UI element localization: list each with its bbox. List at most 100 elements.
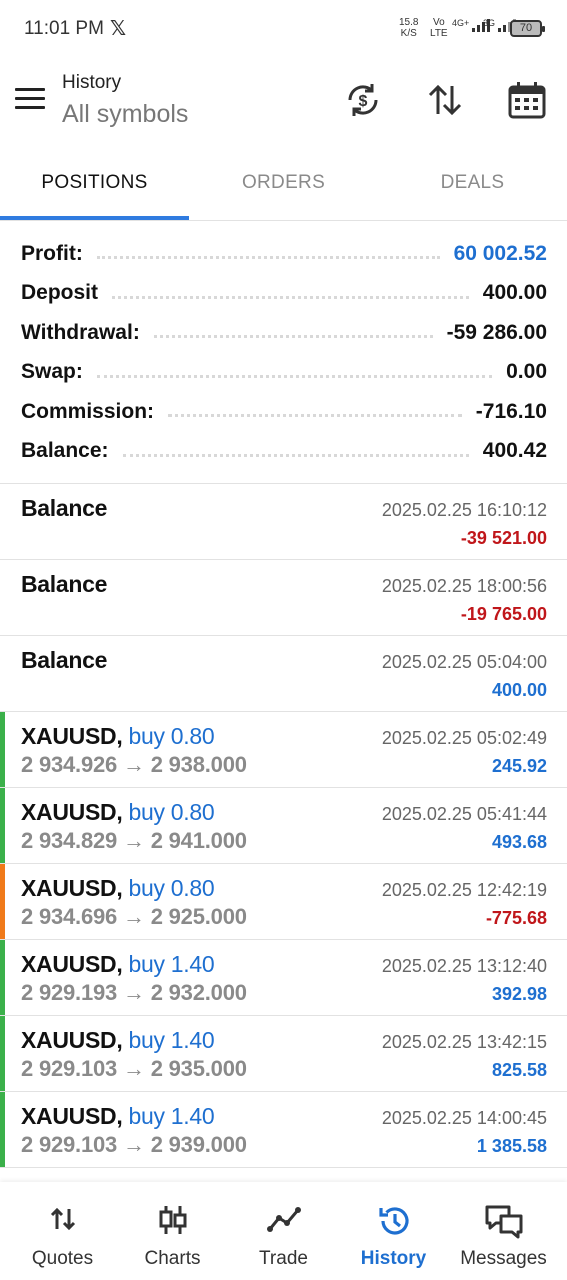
charts-icon [159,1206,186,1234]
row-prices: 2 934.829 → 2 941.000 [21,828,247,853]
nav-charts[interactable]: Charts [116,1182,229,1280]
svg-text:$: $ [359,93,368,110]
row-name: XAUUSD, buy 1.40 [21,1027,215,1054]
row-prices: 2 934.926 → 2 938.000 [21,752,247,777]
row-accent [0,864,5,939]
row-time: 2025.02.25 13:42:15 [381,1032,547,1052]
dotted-leader [96,256,440,260]
status-bar: 11:01 PM 𝕏 15.8 K/S Vo LTE 4G+ 3G 70 [0,0,567,58]
bottom-navigation: Quotes Charts Trade History Messages [0,1182,567,1280]
tab-divider [0,220,567,221]
row-time: 2025.02.25 05:04:00 [381,652,547,672]
row-accent [0,712,5,787]
list-item[interactable]: XAUUSD, buy 0.80 2 934.926 → 2 938.000 2… [0,712,567,788]
row-symbol: XAUUSD, [21,723,123,749]
row-time: 2025.02.25 16:10:12 [381,500,547,520]
calendar-icon[interactable] [507,80,547,120]
row-accent [0,484,5,559]
nav-quotes[interactable]: Quotes [6,1182,119,1280]
row-profit: -39 521.00 [460,528,547,548]
sync-currency-icon[interactable]: $ [343,80,383,120]
row-profit: -19 765.00 [460,604,547,624]
nav-label: Charts [144,1248,201,1269]
summary-value: 400.00 [482,281,547,305]
nav-label: History [360,1248,427,1269]
summary-label: Profit: [21,241,83,265]
row-time: 2025.02.25 05:41:44 [381,804,547,824]
list-item[interactable]: XAUUSD, buy 1.40 2 929.103 → 2 939.000 2… [0,1092,567,1168]
row-accent [0,560,5,635]
summary-swap: Swap: 0.00 [0,353,567,393]
row-profit: 493.68 [491,832,547,852]
row-profit: 392.98 [491,984,547,1004]
list-item[interactable]: XAUUSD, buy 0.80 2 934.829 → 2 941.000 2… [0,788,567,864]
quotes-icon [50,1207,75,1231]
sort-icon[interactable] [425,80,465,120]
summary-commission: Commission: -716.10 [0,392,567,432]
nav-label: Quotes [31,1248,94,1269]
summary-deposit: Deposit 400.00 [0,274,567,314]
status-time: 11:01 PM [24,18,104,39]
row-side: buy 1.40 [128,1027,215,1053]
row-prices: 2 929.103 → 2 939.000 [21,1132,247,1157]
list-item[interactable]: XAUUSD, buy 0.80 2 934.696 → 2 925.000 2… [0,864,567,940]
list-item[interactable]: Balance 2025.02.25 16:10:12 -39 521.00 [0,484,567,560]
row-time: 2025.02.25 13:12:40 [381,956,547,976]
dotted-leader [112,295,469,299]
dotted-leader [153,335,433,339]
row-time: 2025.02.25 12:42:19 [381,880,547,900]
row-profit: 1 385.58 [476,1136,547,1156]
nav-label: Messages [460,1248,547,1269]
row-symbol: XAUUSD, [21,875,123,901]
list-item[interactable]: Balance 2025.02.25 05:04:00 400.00 [0,636,567,712]
row-accent [0,1016,5,1091]
summary-value: 60 002.52 [453,241,547,265]
network-speed-unit: K/S [400,28,417,39]
app-bar: History All symbols $ [0,58,567,148]
x-app-icon: 𝕏 [110,18,127,40]
tab-orders[interactable]: ORDERS [189,148,378,220]
nav-messages[interactable]: Messages [447,1182,560,1280]
row-name: Balance [21,571,108,597]
row-time: 2025.02.25 18:00:56 [381,576,547,596]
row-accent [0,636,5,711]
list-item[interactable]: XAUUSD, buy 1.40 2 929.193 → 2 932.000 2… [0,940,567,1016]
nav-label: Trade [259,1248,308,1269]
row-profit: 825.58 [491,1060,547,1080]
summary-value: 400.42 [482,439,547,463]
volte-top: Vo [432,17,445,28]
list-item[interactable]: Balance 2025.02.25 18:00:56 -19 765.00 [0,560,567,636]
volte-bottom: LTE [430,28,448,39]
nav-history[interactable]: History [337,1182,450,1280]
tab-deals[interactable]: DEALS [378,148,567,220]
row-symbol: XAUUSD, [21,1103,123,1129]
positions-list: Balance 2025.02.25 16:10:12 -39 521.00 B… [0,484,567,1168]
tab-positions[interactable]: POSITIONS [0,148,189,220]
row-side: buy 1.40 [128,1103,215,1129]
row-time: 2025.02.25 05:02:49 [381,728,547,748]
history-tabs: POSITIONS ORDERS DEALS [0,148,567,220]
symbol-filter[interactable]: All symbols [62,100,188,129]
row-symbol: XAUUSD, [21,951,123,977]
summary-panel: Profit: 60 002.52 Deposit 400.00 Withdra… [0,234,567,471]
row-symbol: XAUUSD, [21,799,123,825]
row-accent [0,788,5,863]
row-name: XAUUSD, buy 1.40 [21,951,215,978]
row-profit: 400.00 [491,680,547,700]
messages-icon [485,1205,522,1239]
net-type-2: 3G [483,18,496,28]
list-item[interactable]: XAUUSD, buy 1.40 2 929.103 → 2 935.000 2… [0,1016,567,1092]
trade-icon [266,1207,301,1232]
summary-profit: Profit: 60 002.52 [0,234,567,274]
summary-value: 0.00 [506,360,547,384]
battery-icon: 70 [510,20,545,37]
row-side: buy 0.80 [128,875,215,901]
summary-value: -59 286.00 [446,320,547,344]
dotted-leader [96,374,493,378]
menu-icon[interactable] [15,88,45,110]
row-profit: 245.92 [491,756,547,776]
row-accent [0,940,5,1015]
summary-label: Balance: [21,439,109,463]
nav-trade[interactable]: Trade [227,1182,340,1280]
row-prices: 2 929.103 → 2 935.000 [21,1056,247,1081]
